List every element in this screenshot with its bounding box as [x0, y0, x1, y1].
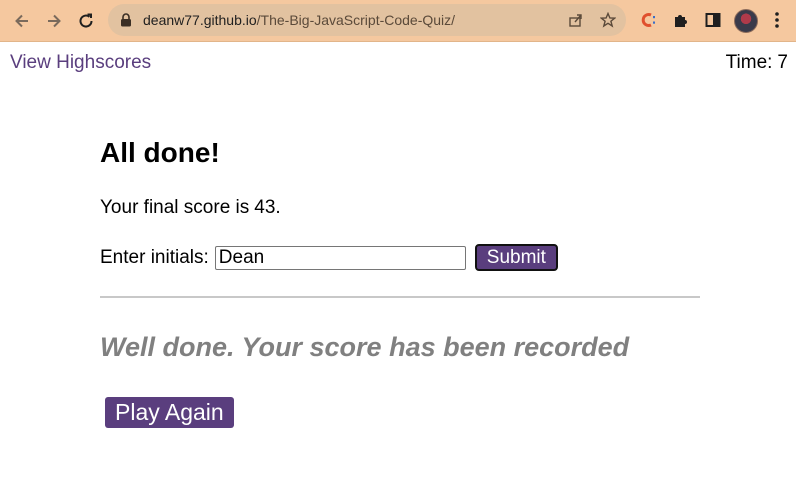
- reload-icon: [79, 13, 93, 28]
- final-score-text: Your final score is: [100, 197, 250, 218]
- page-title: All done!: [100, 137, 220, 168]
- browser-toolbar: deanw77.github.io/The-Big-JavaScript-Cod…: [0, 0, 796, 42]
- url-text[interactable]: deanw77.github.io/The-Big-JavaScript-Cod…: [143, 12, 455, 28]
- share-icon[interactable]: [566, 10, 586, 30]
- submit-button[interactable]: Submit: [474, 244, 558, 271]
- feedback-message: Well done. Your score has been recorded: [100, 332, 630, 362]
- address-bar[interactable]: deanw77.github.io/The-Big-JavaScript-Cod…: [108, 4, 626, 36]
- page-content: View Highscores Time: 7 All done! Your fi…: [0, 42, 796, 487]
- initials-label: Enter initials:: [100, 246, 209, 268]
- star-icon[interactable]: [598, 10, 618, 30]
- initials-input[interactable]: [214, 245, 466, 270]
- avatar[interactable]: [734, 9, 758, 33]
- forward-icon: [48, 14, 61, 28]
- url-host: deanw77.github.io: [143, 12, 257, 28]
- timer: Time: 7: [721, 52, 788, 74]
- lock-icon[interactable]: [116, 10, 136, 30]
- forward-button[interactable]: [42, 9, 66, 33]
- play-again-button[interactable]: Play Again: [105, 397, 234, 428]
- reload-button[interactable]: [74, 9, 98, 33]
- url-path: /The-Big-JavaScript-Code-Quiz/: [256, 12, 456, 28]
- menu-icon[interactable]: [766, 9, 788, 31]
- initials-form: Enter initials: Submit: [100, 244, 558, 271]
- timer-label: Time:: [725, 52, 773, 73]
- final-score: Your final score is 43.: [100, 197, 281, 219]
- puzzle-icon[interactable]: [670, 9, 692, 31]
- view-highscores-link[interactable]: View Highscores: [10, 52, 151, 74]
- back-icon: [15, 14, 28, 28]
- extension-c-icon[interactable]: [638, 9, 660, 31]
- results-card: All done! Your final score is 43. Enter i…: [100, 137, 700, 428]
- final-score-value: 43.: [254, 197, 281, 218]
- back-button[interactable]: [10, 9, 34, 33]
- side-panel-icon[interactable]: [702, 9, 724, 31]
- timer-value: 7: [777, 52, 788, 73]
- divider: [100, 296, 700, 298]
